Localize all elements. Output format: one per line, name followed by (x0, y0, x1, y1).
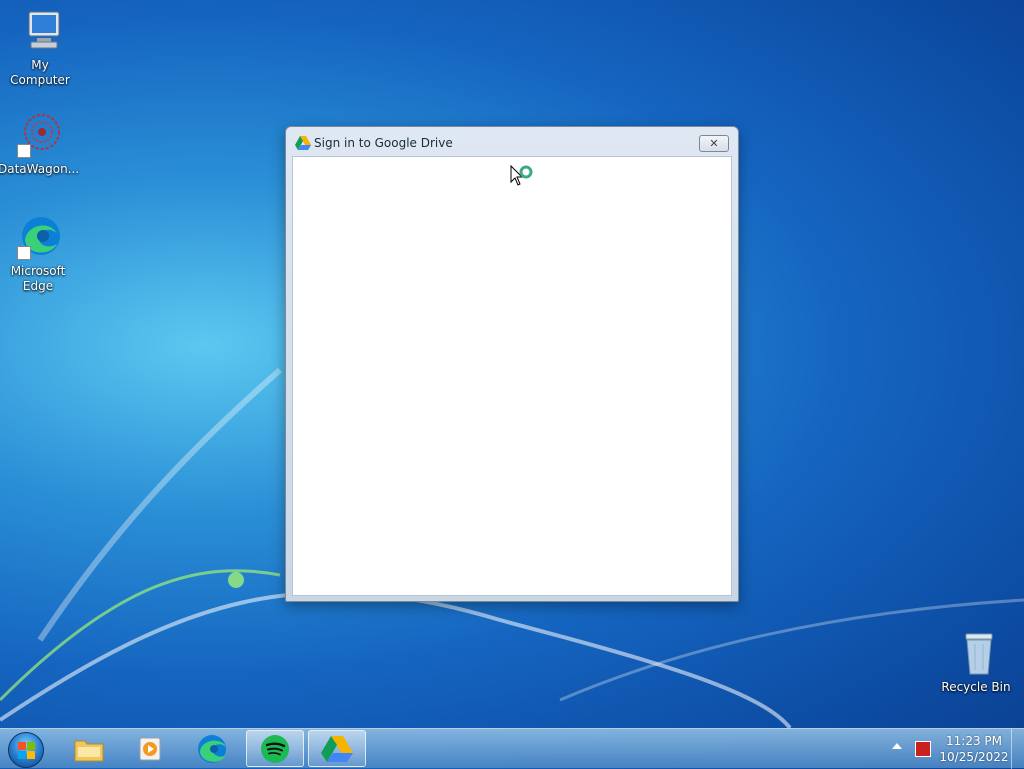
dialog-title: Sign in to Google Drive (314, 136, 453, 150)
close-icon: ✕ (709, 137, 719, 150)
desktop-icon-label: My Computer (10, 58, 70, 87)
desktop-icon-label: Recycle Bin (941, 680, 1011, 694)
desktop-icon-label: DataWagon... (0, 162, 80, 176)
spotify-icon (261, 734, 289, 763)
folder-icon (74, 740, 104, 761)
desktop-icon-datawagon[interactable]: DataWagon... (0, 112, 80, 177)
clock-time: 11:23 PM (946, 734, 1002, 748)
taskbar-clock[interactable]: 11:23 PM 10/25/2022 (938, 733, 1010, 765)
show-hidden-icons-button[interactable] (892, 743, 902, 749)
desktop-icon-microsoft-edge[interactable]: Microsoft Edge (0, 214, 78, 294)
desktop-icon-my-computer[interactable]: My Computer (0, 8, 80, 88)
windows-logo-icon (18, 742, 35, 759)
clock-date: 10/25/2022 (939, 750, 1009, 764)
datawagon-icon (13, 112, 63, 160)
shortcut-arrow-icon (17, 246, 31, 260)
my-computer-icon (15, 8, 65, 56)
taskbar-windows-explorer[interactable] (60, 730, 118, 767)
recycle-bin-icon (951, 630, 1001, 678)
taskbar-media-player[interactable] (121, 730, 179, 767)
taskbar-microsoft-edge[interactable] (183, 730, 241, 767)
media-player-icon (139, 737, 161, 760)
taskbar-spotify[interactable] (246, 730, 304, 767)
busy-cursor-icon (510, 165, 533, 186)
taskbar: 11:23 PM 10/25/2022 (0, 728, 1024, 769)
google-drive-icon (295, 136, 311, 150)
shortcut-arrow-icon (17, 144, 31, 158)
desktop-icon-recycle-bin[interactable]: Recycle Bin (936, 630, 1016, 695)
desktop-icon-label: Microsoft Edge (10, 264, 66, 293)
edge-icon (198, 734, 226, 763)
dialog-content-blank (292, 156, 732, 596)
taskbar-google-drive[interactable] (308, 730, 366, 767)
show-desktop-button[interactable] (1011, 729, 1024, 769)
google-drive-icon (321, 735, 353, 762)
edge-icon (13, 214, 63, 262)
google-drive-signin-dialog[interactable]: Sign in to Google Drive ✕ (285, 126, 739, 602)
dialog-titlebar[interactable]: Sign in to Google Drive ✕ (286, 127, 738, 157)
tray-app-icon[interactable] (915, 741, 931, 757)
close-button[interactable]: ✕ (699, 135, 729, 152)
start-button[interactable] (8, 732, 44, 768)
